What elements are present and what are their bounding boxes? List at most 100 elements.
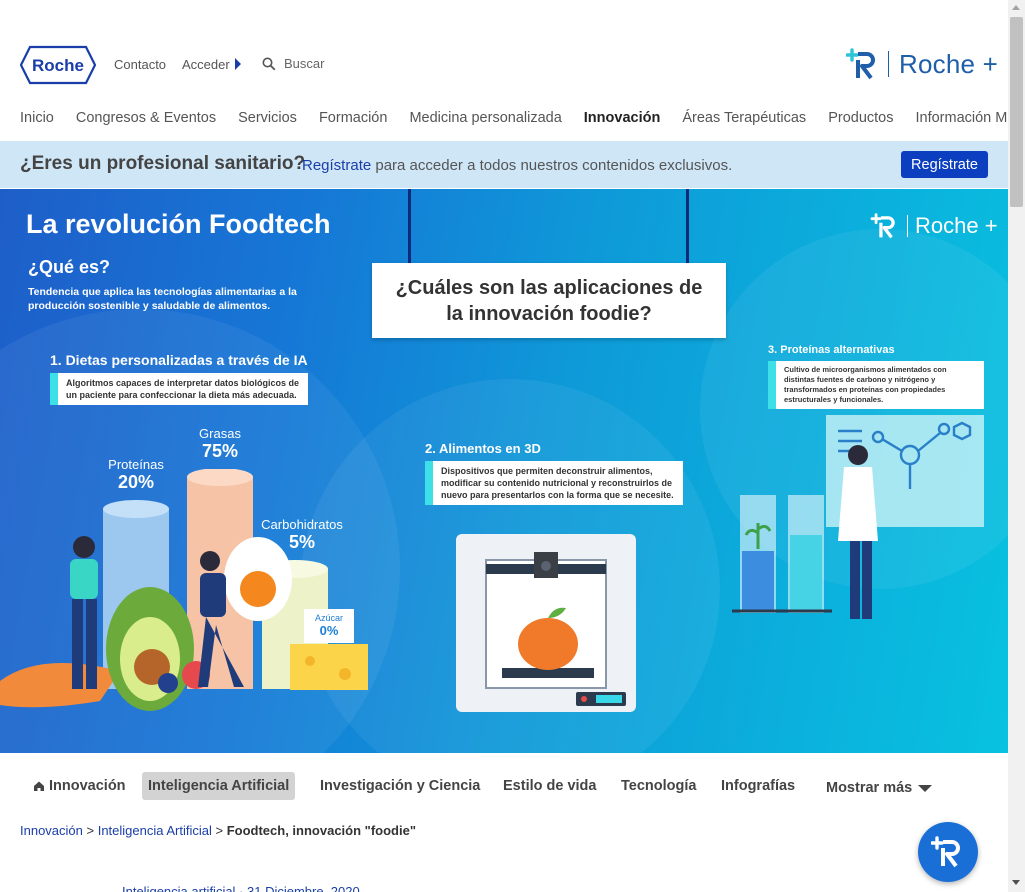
article-meta[interactable]: Inteligencia artificial · 31 Diciembre, … xyxy=(122,884,360,892)
site-header: Roche Contacto Acceder Roche + Inicio Co… xyxy=(0,0,1025,140)
chevron-down-icon xyxy=(918,784,933,792)
hanging-wire xyxy=(408,189,411,264)
infographic-brand-text: Roche + xyxy=(915,213,998,238)
man-head xyxy=(200,551,220,571)
roche-plus-r-icon xyxy=(870,213,895,239)
que-es-heading: ¿Qué es? xyxy=(28,257,111,277)
roche-plus-logo[interactable]: Roche + xyxy=(846,48,998,80)
brand-divider xyxy=(888,51,889,77)
page-scrollbar[interactable] xyxy=(1008,0,1025,892)
sugar-name: Azúcar xyxy=(314,613,343,623)
cheese-illustration xyxy=(290,644,368,690)
carbs-label: Carbohidratos 5% xyxy=(254,517,350,553)
breadcrumb-innovacion[interactable]: Innovación xyxy=(20,823,83,838)
subnav-inteligencia-artificial[interactable]: Inteligencia Artificial xyxy=(142,772,296,800)
banner-question: ¿Eres un profesional sanitario? xyxy=(20,153,306,174)
breadcrumb-separator: > xyxy=(211,823,227,838)
contacto-link[interactable]: Contacto xyxy=(114,57,166,72)
fat-name: Grasas xyxy=(199,426,241,441)
blueberry-illustration xyxy=(158,673,178,693)
sugar-pct: 0% xyxy=(319,623,339,638)
protein-name: Proteínas xyxy=(108,457,164,472)
woman-torso xyxy=(70,559,98,599)
protein-bar-top xyxy=(103,500,169,518)
register-button[interactable]: Regístrate xyxy=(901,151,988,178)
breadcrumb-separator: > xyxy=(82,823,98,838)
breadcrumb-current: Foodtech, innovación "foodie" xyxy=(226,823,416,838)
acceder-link[interactable]: Acceder xyxy=(182,57,241,72)
foodtech-infographic: La revolución Foodtech ¿Qué es? Tendenci… xyxy=(0,189,1008,753)
search-box[interactable] xyxy=(262,56,364,71)
woman-leg xyxy=(86,599,97,689)
acceder-label: Acceder xyxy=(182,57,230,72)
scroll-down-arrow-icon[interactable] xyxy=(1012,880,1020,885)
subnav-tecnologia[interactable]: Tecnología xyxy=(615,772,702,800)
roche-plus-text: Roche + xyxy=(899,48,998,79)
cheese-hole xyxy=(339,668,351,680)
3d-printer-illustration xyxy=(456,534,636,712)
infographic-brand: Roche + xyxy=(870,213,998,239)
protein-label: Proteínas 20% xyxy=(100,457,172,493)
hanging-wire xyxy=(686,189,689,264)
nav-productos[interactable]: Productos xyxy=(828,110,893,126)
subnav-innovacion-label: Innovación xyxy=(49,778,126,794)
home-icon xyxy=(34,781,44,791)
search-icon[interactable] xyxy=(262,57,276,71)
scroll-up-arrow-icon[interactable] xyxy=(1012,5,1020,10)
section-3-text: Cultivo de microorganismos alimentados c… xyxy=(768,361,984,409)
subnav-innovacion[interactable]: Innovación xyxy=(27,772,132,800)
brand-divider xyxy=(907,215,908,237)
nav-medicina-personalizada[interactable]: Medicina personalizada xyxy=(409,110,561,126)
cheese-hole xyxy=(305,656,315,666)
section-2-text: Dispositivos que permiten deconstruir al… xyxy=(425,461,683,505)
carbs-pct: 5% xyxy=(288,532,315,552)
nav-formacion[interactable]: Formación xyxy=(319,110,388,126)
roche-plus-r-icon xyxy=(846,48,875,80)
search-input[interactable] xyxy=(284,56,364,71)
nav-congresos-eventos[interactable]: Congresos & Eventos xyxy=(76,110,216,126)
banner-message: para acceder a todos nuestros contenidos… xyxy=(371,157,733,174)
nav-areas-terapeuticas[interactable]: Áreas Terapéuticas xyxy=(682,110,806,126)
banner-text: Regístrate para acceder a todos nuestros… xyxy=(302,157,732,174)
lab-illustration xyxy=(732,415,984,619)
question-card: ¿Cuáles son las aplicaciones de la innov… xyxy=(372,263,726,338)
fat-label: Grasas 75% xyxy=(184,426,256,462)
fat-pct: 75% xyxy=(201,441,239,461)
mostrar-mas-label: Mostrar más xyxy=(826,780,913,796)
section-subnav: Innovación Inteligencia Artificial Inves… xyxy=(0,768,1008,804)
protein-pct: 20% xyxy=(117,472,155,492)
caret-right-icon xyxy=(234,58,241,70)
nav-innovacion[interactable]: Innovación xyxy=(584,110,661,126)
subnav-investigacion-ciencia[interactable]: Investigación y Ciencia xyxy=(314,772,486,800)
subnav-infografias[interactable]: Infografías xyxy=(715,772,801,800)
carbs-name: Carbohidratos xyxy=(261,517,343,532)
carrot-illustration xyxy=(0,663,120,708)
roche-plus-chat-button[interactable] xyxy=(918,822,978,882)
question-text: ¿Cuáles son las aplicaciones de la innov… xyxy=(395,276,703,325)
woman-head xyxy=(73,536,95,558)
roche-logo[interactable]: Roche xyxy=(20,45,96,85)
section-1-text: Algoritmos capaces de interpretar datos … xyxy=(50,373,308,405)
section-1-title: 1. Dietas personalizadas a través de IA xyxy=(50,352,308,368)
nav-inicio[interactable]: Inicio xyxy=(20,110,54,126)
man-torso xyxy=(200,573,226,617)
roche-plus-r-icon xyxy=(931,836,960,868)
logo-text: Roche xyxy=(32,56,84,75)
nutrient-bars xyxy=(0,469,368,711)
subnav-estilo-de-vida[interactable]: Estilo de vida xyxy=(497,772,602,800)
infographic-title: La revolución Foodtech xyxy=(26,209,331,239)
professional-banner: ¿Eres un profesional sanitario? Regístra… xyxy=(0,141,1008,188)
breadcrumb: Innovación > Inteligencia Artificial > F… xyxy=(20,823,416,838)
banner-register-link[interactable]: Regístrate xyxy=(302,157,371,174)
section-3-title: 3. Proteínas alternativas xyxy=(768,344,895,356)
sugar-label: Azúcar 0% xyxy=(304,613,354,638)
nav-servicios[interactable]: Servicios xyxy=(238,110,297,126)
main-nav: Inicio Congresos & Eventos Servicios For… xyxy=(20,110,1025,126)
definition-text: Tendencia que aplica las tecnologías ali… xyxy=(28,286,297,312)
egg-yolk xyxy=(240,571,276,607)
woman-leg xyxy=(72,599,83,689)
breadcrumb-inteligencia-artificial[interactable]: Inteligencia Artificial xyxy=(98,823,212,838)
section-2-title: 2. Alimentos en 3D xyxy=(425,441,541,456)
subnav-mostrar-mas[interactable]: Mostrar más xyxy=(820,774,938,802)
scrollbar-thumb[interactable] xyxy=(1010,17,1023,207)
